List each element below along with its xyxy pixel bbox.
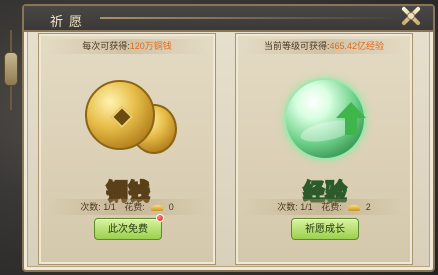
- panel-header: 祈愿: [24, 6, 433, 32]
- header-divider: [100, 17, 400, 19]
- notification-dot: [156, 214, 164, 222]
- reward-line: 每次可获得:120万铜钱: [47, 39, 207, 54]
- reward-prefix: 每次可获得:: [82, 41, 130, 51]
- game-scene: 祈愿 每次可获得:120万铜钱 铜钱 次数: 1/1 花费: 0 此次免费 当前等…: [0, 0, 438, 275]
- exp-orb-icon: 经验: [276, 74, 374, 206]
- level-up-arrow-icon: [336, 102, 366, 136]
- reward-value: 465.42亿经验: [329, 41, 385, 51]
- gold-ingot-icon: [150, 204, 163, 211]
- coin-wish-card: 每次可获得:120万铜钱 铜钱 次数: 1/1 花费: 0 此次免费: [38, 33, 216, 265]
- gold-ingot-icon: [347, 204, 360, 211]
- cost-row: 次数: 1/1 花费: 0: [47, 199, 207, 215]
- cost-value: 0: [168, 202, 174, 212]
- reward-value: 120万铜钱: [129, 41, 172, 51]
- wish-growth-button[interactable]: 祈愿成长: [291, 218, 359, 240]
- cost-label: 花费:: [124, 202, 145, 212]
- count-text: 次数: 1/1: [80, 202, 116, 212]
- panel-title: 祈愿: [50, 15, 89, 30]
- lantern-decoration: [3, 30, 19, 110]
- cost-row: 次数: 1/1 花费: 2: [244, 199, 404, 215]
- free-wish-button[interactable]: 此次免费: [94, 218, 162, 240]
- reward-prefix: 当前等级可获得:: [263, 41, 330, 51]
- close-button[interactable]: [394, 1, 428, 31]
- exp-wish-card: 当前等级可获得:465.42亿经验 经验 次数: 1/1 花费: 2 祈愿成长: [235, 33, 413, 265]
- coin-stack-icon: 铜钱: [79, 74, 177, 206]
- cost-value: 2: [365, 202, 371, 212]
- cost-label: 花费:: [321, 202, 342, 212]
- count-text: 次数: 1/1: [277, 202, 313, 212]
- reward-line: 当前等级可获得:465.42亿经验: [244, 39, 404, 54]
